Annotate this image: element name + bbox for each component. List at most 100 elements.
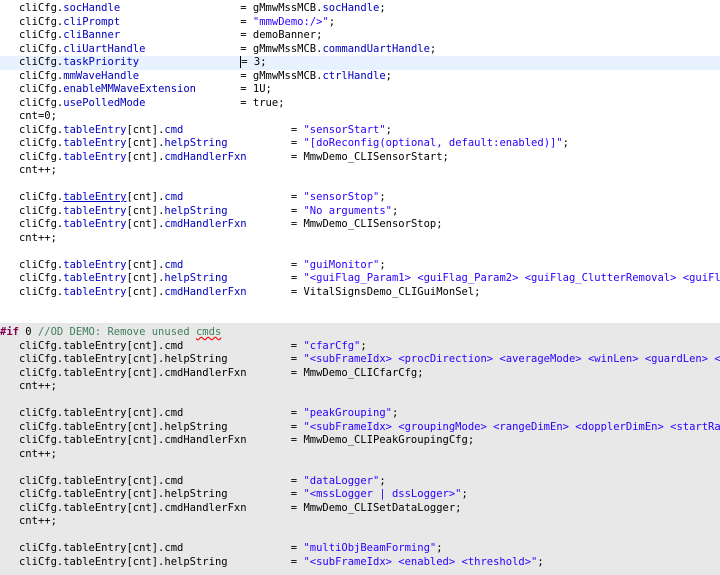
code-token: cnt++;	[18, 515, 57, 527]
code-token: "sensorStart"	[303, 123, 386, 136]
code-token: ;	[429, 42, 437, 55]
code-line[interactable]: cliCfg.tableEntry[cnt].cmdHandlerFxn = M…	[0, 151, 720, 165]
code-line[interactable]: cliCfg.socHandle = gMmwMssMCB.socHandle;	[0, 2, 720, 16]
code-line[interactable]: cliCfg.tableEntry[cnt].cmd = "peakGroupi…	[0, 407, 720, 421]
code-token: "<mssLogger | dssLogger>"	[303, 488, 462, 500]
code-token: cliCfg.	[18, 96, 64, 109]
code-token: "cfarCfg"	[303, 339, 361, 352]
code-token: ;	[436, 542, 443, 554]
code-line[interactable]: cnt++;	[0, 164, 720, 178]
code-editor[interactable]: cliCfg.socHandle = gMmwMssMCB.socHandle;…	[0, 0, 720, 575]
code-line[interactable]: cliCfg.tableEntry[cnt].cmdHandlerFxn = V…	[0, 286, 720, 300]
code-token: helpString	[164, 272, 228, 284]
code-line[interactable]: cliCfg.usePolledMode = true;	[0, 97, 720, 111]
code-line[interactable]: cliCfg.tableEntry[cnt].helpString = "No …	[0, 205, 720, 219]
code-line[interactable]: cliCfg.cliPrompt = "mmwDemo:/>";	[0, 16, 720, 30]
code-line[interactable]: cliCfg.tableEntry[cnt].cmdHandlerFxn = M…	[0, 367, 720, 381]
code-line[interactable]: cliCfg.tableEntry[cnt].cmd = "guiMonitor…	[0, 259, 720, 273]
code-token: [cnt].	[126, 191, 165, 203]
code-line[interactable]: cliCfg.tableEntry[cnt].cmd = "multiObjBe…	[0, 542, 720, 556]
code-token: ;	[379, 2, 386, 14]
code-token: cliCfg.	[18, 204, 64, 217]
code-token: "<subFrameIdx> <enabled> <threshold>"	[303, 555, 538, 568]
code-token: cmds	[195, 326, 222, 338]
code-line[interactable]: cliCfg.tableEntry[cnt].cmd = "sensorStar…	[0, 124, 720, 138]
code-line[interactable]: cnt=0;	[0, 110, 720, 124]
code-line[interactable]: #if 0 //OD DEMO: Remove unused cmds	[0, 326, 720, 340]
code-token: = gMmwMssMCB.	[120, 2, 323, 14]
code-token: tableEntry	[63, 191, 127, 203]
code-line[interactable]: cliCfg.tableEntry[cnt].cmd = "cfarCfg";	[0, 340, 720, 354]
code-line[interactable]: cliCfg.tableEntry[cnt].cmd = "dataLogger…	[0, 475, 720, 489]
code-token: cmdHandlerFxn	[164, 285, 247, 298]
code-token: ;	[379, 474, 386, 487]
code-token: cliCfg.	[18, 285, 64, 298]
code-token: taskPriority	[63, 56, 140, 68]
code-token: cnt++;	[18, 231, 57, 244]
code-token: cnt++;	[18, 380, 57, 392]
code-line[interactable]: cliCfg.tableEntry[cnt].cmdHandlerFxn = M…	[0, 434, 720, 448]
code-token: cliCfg.tableEntry[cnt].helpString =	[18, 488, 304, 500]
code-token: cliCfg.	[18, 83, 64, 95]
code-token: [cnt].	[126, 285, 165, 298]
code-token: ;	[392, 204, 399, 217]
code-token: "No arguments"	[303, 204, 392, 217]
code-token: [cnt].	[126, 272, 165, 284]
code-line[interactable]: cliCfg.tableEntry[cnt].helpString = "<su…	[0, 421, 720, 435]
code-line[interactable]: cliCfg.tableEntry[cnt].helpString = "<ms…	[0, 488, 720, 502]
code-token: cliCfg.	[18, 42, 64, 55]
code-token: "<subFrameIdx> <groupingMode> <rangeDimE…	[303, 420, 720, 433]
code-line[interactable]: cliCfg.tableEntry[cnt].cmdHandlerFxn = M…	[0, 218, 720, 232]
code-token: 3;	[247, 56, 267, 68]
code-token: cmd	[164, 123, 184, 136]
code-line[interactable]: cnt++;	[0, 232, 720, 246]
code-token: ;	[385, 69, 392, 82]
code-token: helpString	[164, 204, 228, 217]
code-token: cliCfg.	[18, 191, 64, 203]
code-token: cliCfg.tableEntry[cnt].cmd =	[18, 542, 304, 554]
code-token: cliUartHandle	[63, 42, 146, 55]
code-line[interactable]: cnt++;	[0, 380, 720, 394]
code-line[interactable]: cliCfg.taskPriority = 3;	[0, 56, 720, 70]
code-token: "dataLogger"	[303, 474, 380, 487]
code-token: cliCfg.	[18, 29, 64, 41]
code-token: cliCfg.	[18, 150, 64, 163]
code-line[interactable]: cliCfg.enableMMWaveExtension = 1U;	[0, 83, 720, 97]
code-token: = gMmwMssMCB.	[145, 42, 323, 55]
code-line[interactable]: cliCfg.tableEntry[cnt].helpString = "[do…	[0, 137, 720, 151]
code-line[interactable]: cliCfg.mmWaveHandle = gMmwMssMCB.ctrlHan…	[0, 70, 720, 84]
code-token: cnt++;	[18, 164, 57, 176]
code-token: ;	[562, 137, 569, 149]
code-token: [cnt].	[126, 137, 165, 149]
code-token: usePolledMode	[63, 96, 146, 109]
code-line[interactable]: cliCfg.cliBanner = demoBanner;	[0, 29, 720, 43]
code-line[interactable]: cliCfg.tableEntry[cnt].cmd = "sensorStop…	[0, 191, 720, 205]
code-line[interactable]: cliCfg.tableEntry[cnt].helpString = "<gu…	[0, 272, 720, 286]
code-token: cnt=0;	[18, 110, 57, 122]
code-token: cliCfg.tableEntry[cnt].cmdHandlerFxn = M…	[18, 434, 475, 446]
code-token: ;	[391, 407, 399, 419]
code-token: ;	[385, 123, 392, 136]
code-token: = demoBanner;	[120, 29, 323, 41]
code-token: cliPrompt	[63, 15, 121, 28]
code-token: cnt++;	[18, 447, 57, 460]
code-token: "sensorStop"	[303, 191, 380, 203]
code-token: =	[183, 123, 304, 136]
code-token: [cnt].	[126, 123, 165, 136]
code-token: commandUartHandle	[322, 42, 430, 55]
code-token: cmdHandlerFxn	[164, 150, 247, 163]
code-token: =	[227, 272, 304, 284]
code-line[interactable]: cliCfg.tableEntry[cnt].helpString = "<su…	[0, 353, 720, 367]
code-token: helpString	[164, 137, 228, 149]
code-token: = 1U;	[196, 83, 272, 95]
code-line[interactable]: cnt++;	[0, 515, 720, 529]
code-line[interactable]: cliCfg.cliUartHandle = gMmwMssMCB.comman…	[0, 43, 720, 57]
code-line[interactable]: cliCfg.tableEntry[cnt].cmdHandlerFxn = M…	[0, 502, 720, 516]
code-token: "peakGrouping"	[303, 407, 392, 419]
code-token: cliCfg.	[18, 218, 64, 230]
code-token: cliCfg.tableEntry[cnt].cmd =	[18, 339, 304, 352]
code-token: cliCfg.	[18, 56, 64, 68]
code-line[interactable]: cliCfg.tableEntry[cnt].helpString = "<su…	[0, 556, 720, 570]
code-line[interactable]: cnt++;	[0, 448, 720, 462]
